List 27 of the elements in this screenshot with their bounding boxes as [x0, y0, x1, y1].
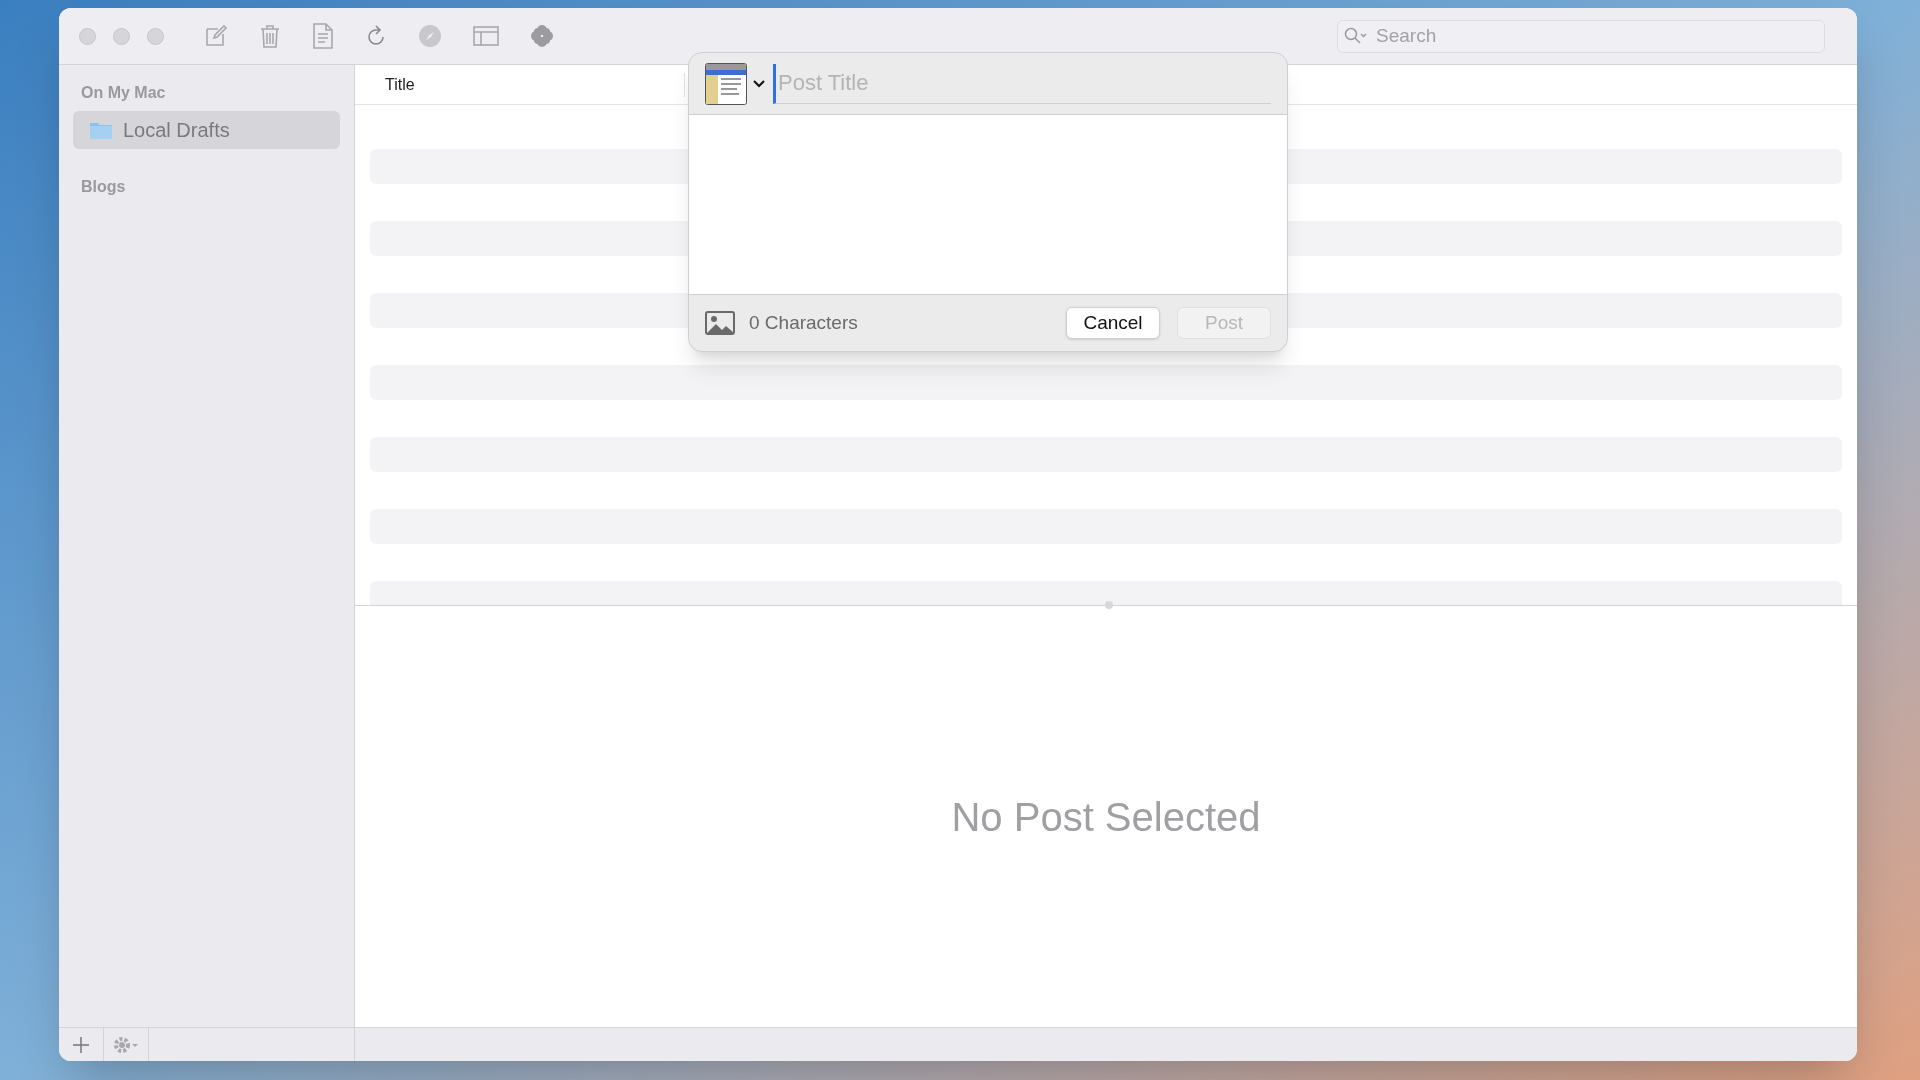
blog-picker[interactable] [705, 62, 765, 105]
split-handle[interactable] [1105, 601, 1113, 609]
sidebar-layout-icon[interactable] [473, 26, 499, 46]
zoom-button[interactable] [147, 27, 164, 45]
post-body-field[interactable] [689, 115, 1287, 295]
image-icon[interactable] [705, 311, 735, 335]
column-header[interactable]: Title [355, 72, 685, 97]
search-field[interactable]: Search [1337, 19, 1825, 53]
trash-icon[interactable] [259, 24, 281, 48]
compass-icon[interactable] [418, 24, 442, 48]
close-button[interactable] [79, 27, 96, 45]
refresh-icon[interactable] [365, 24, 387, 48]
popover-button[interactable]: Cancel [1066, 307, 1160, 339]
compose-icon[interactable] [204, 24, 228, 48]
sidebar-section-heading: Blogs [80, 177, 127, 197]
character-count: 0 Characters [749, 310, 858, 335]
search-icon [1344, 26, 1368, 45]
minimize-button[interactable] [113, 27, 130, 45]
document-icon[interactable] [312, 23, 334, 49]
add-icon [73, 1036, 89, 1053]
empty-message: No Post Selected [951, 793, 1261, 841]
flower-icon[interactable] [530, 24, 554, 48]
settings-icon [113, 1035, 139, 1054]
blog-thumbnail-icon [705, 62, 747, 105]
folder-icon [89, 120, 113, 140]
chevron-down-icon [753, 79, 765, 88]
sidebar-section-heading: On My Mac [80, 83, 167, 103]
